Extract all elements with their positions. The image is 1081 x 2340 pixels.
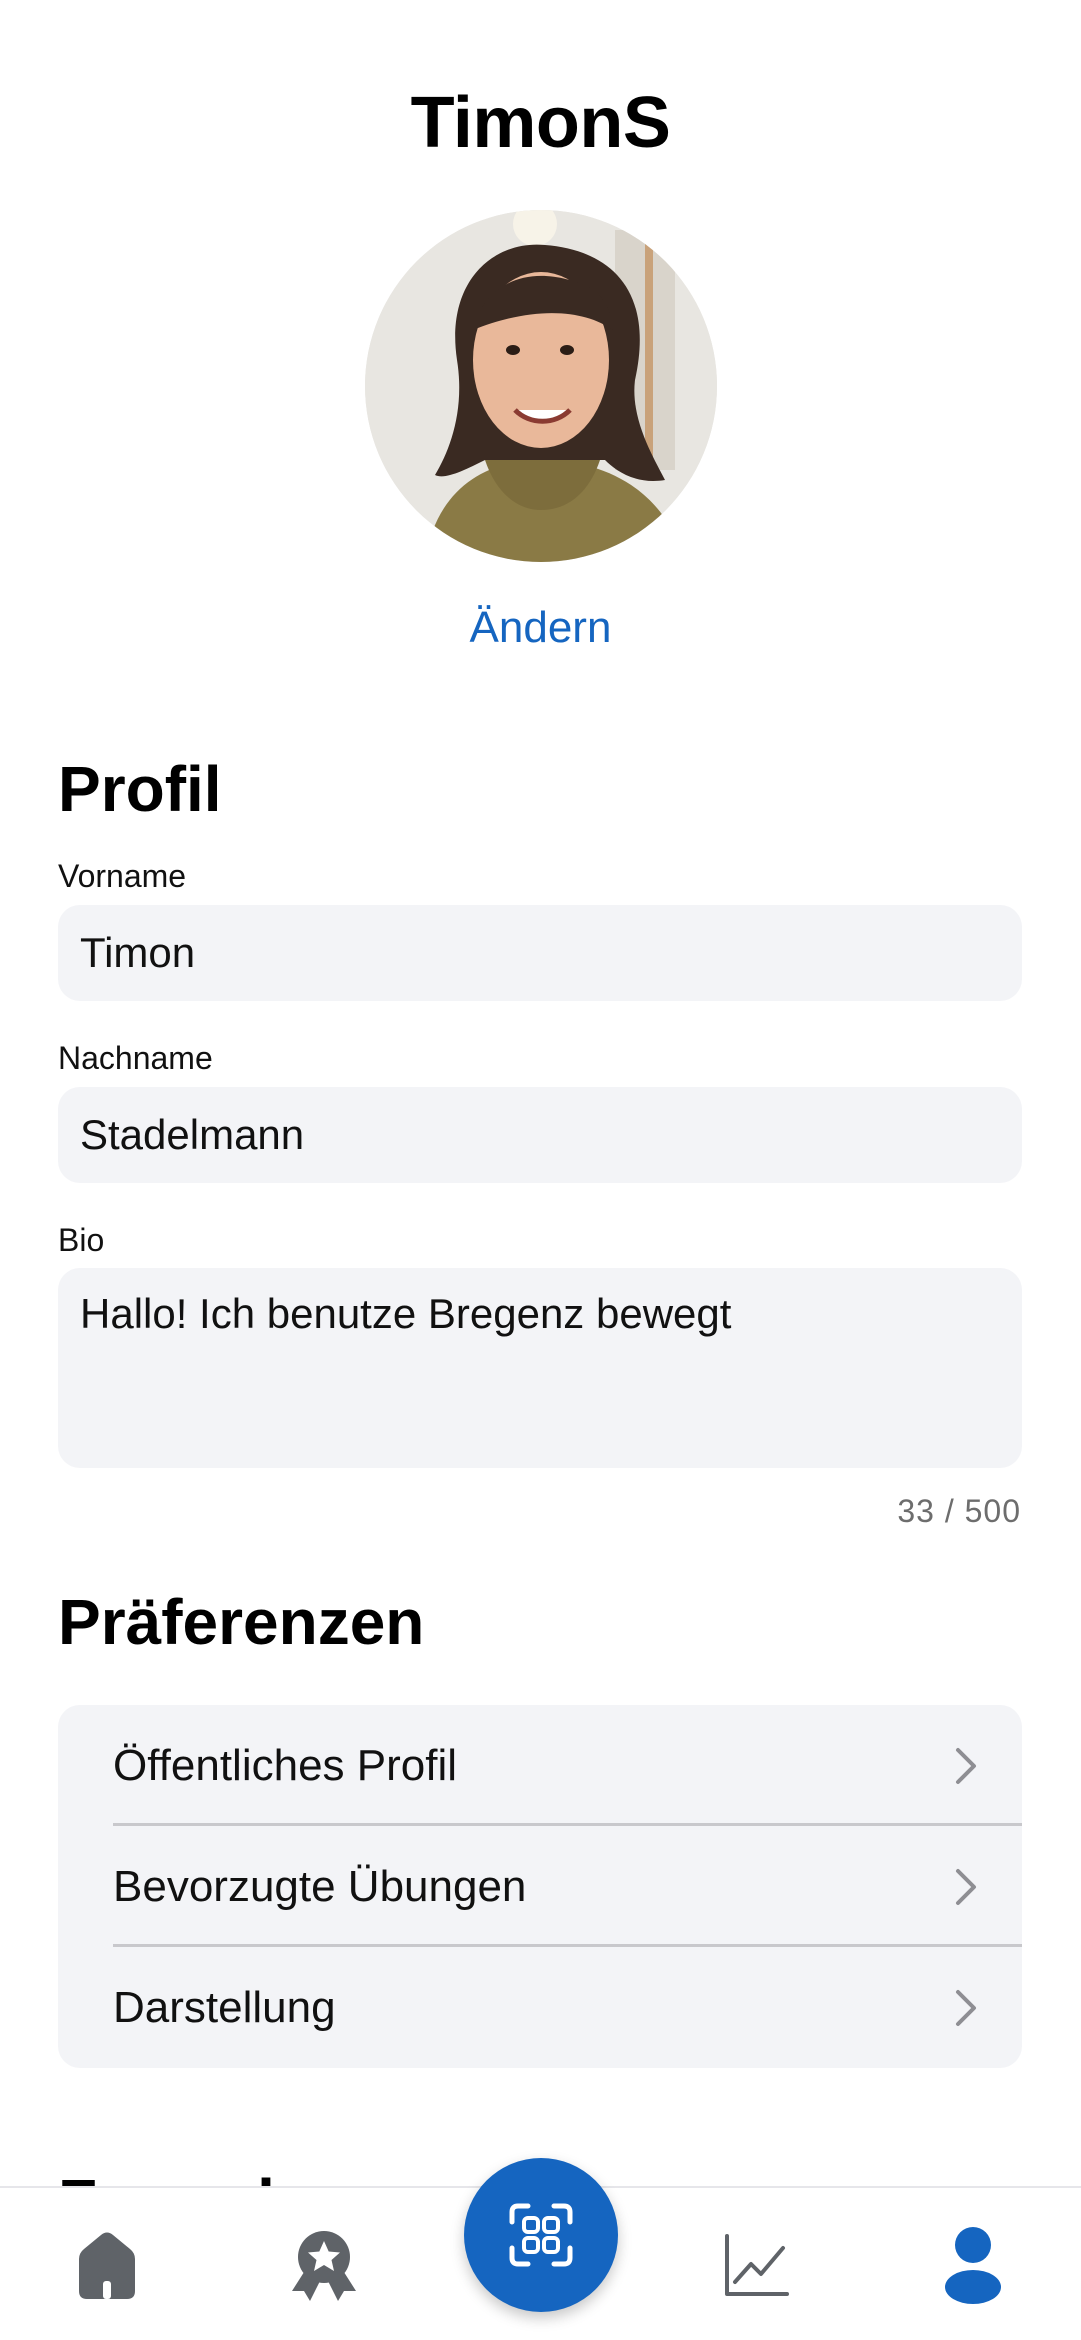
tab-home[interactable] [32,2188,182,2340]
last-name-value: Stadelmann [80,1111,305,1158]
chart-line-icon [725,2234,789,2296]
last-name-label: Nachname [58,1040,213,1076]
last-name-field[interactable]: Stadelmann [58,1087,1022,1183]
first-name-field[interactable]: Timon [58,905,1022,1001]
list-divider [113,1944,1022,1947]
award-icon [292,2231,356,2301]
page-title: TimonS [410,83,671,163]
bio-value: Hallo! Ich benutze Bregenz bewegt [80,1290,732,1337]
preference-item-label: Öffentliches Profil [113,1740,458,1790]
bio-textarea[interactable]: Hallo! Ich benutze Bregenz bewegt [58,1268,1022,1468]
scan-icon [509,2203,573,2267]
avatar[interactable] [365,210,717,562]
preferences-list: Öffentliches Profil Bevorzugte Übungen D… [58,1705,1022,2068]
preference-item-appearance[interactable]: Darstellung [58,1947,1022,2068]
scan-button[interactable] [464,2158,618,2312]
bio-label: Bio [58,1222,105,1258]
preference-item-label: Darstellung [113,1982,336,2032]
bio-character-counter: 33 / 500 [897,1493,1021,1529]
first-name-value: Timon [80,929,196,976]
preference-item-preferred-exercises[interactable]: Bevorzugte Übungen [58,1826,1022,1947]
chevron-right-icon [956,1747,976,1784]
preferences-section-title: Präferenzen [58,1586,425,1658]
home-icon [79,2232,135,2299]
profile-section-title: Profil [58,753,222,825]
tab-statistics[interactable] [681,2188,831,2340]
chevron-right-icon [956,1868,976,1905]
user-icon [945,2227,1001,2304]
change-avatar-link[interactable]: Ändern [0,603,1081,653]
list-divider [113,1823,1022,1826]
tab-awards[interactable] [249,2188,399,2340]
first-name-label: Vorname [58,858,187,894]
preference-item-label: Bevorzugte Übungen [113,1861,527,1911]
avatar-photo [365,210,717,562]
preference-item-public-profile[interactable]: Öffentliches Profil [58,1705,1022,1826]
chevron-right-icon [956,1989,976,2026]
tab-profile[interactable] [898,2188,1048,2340]
